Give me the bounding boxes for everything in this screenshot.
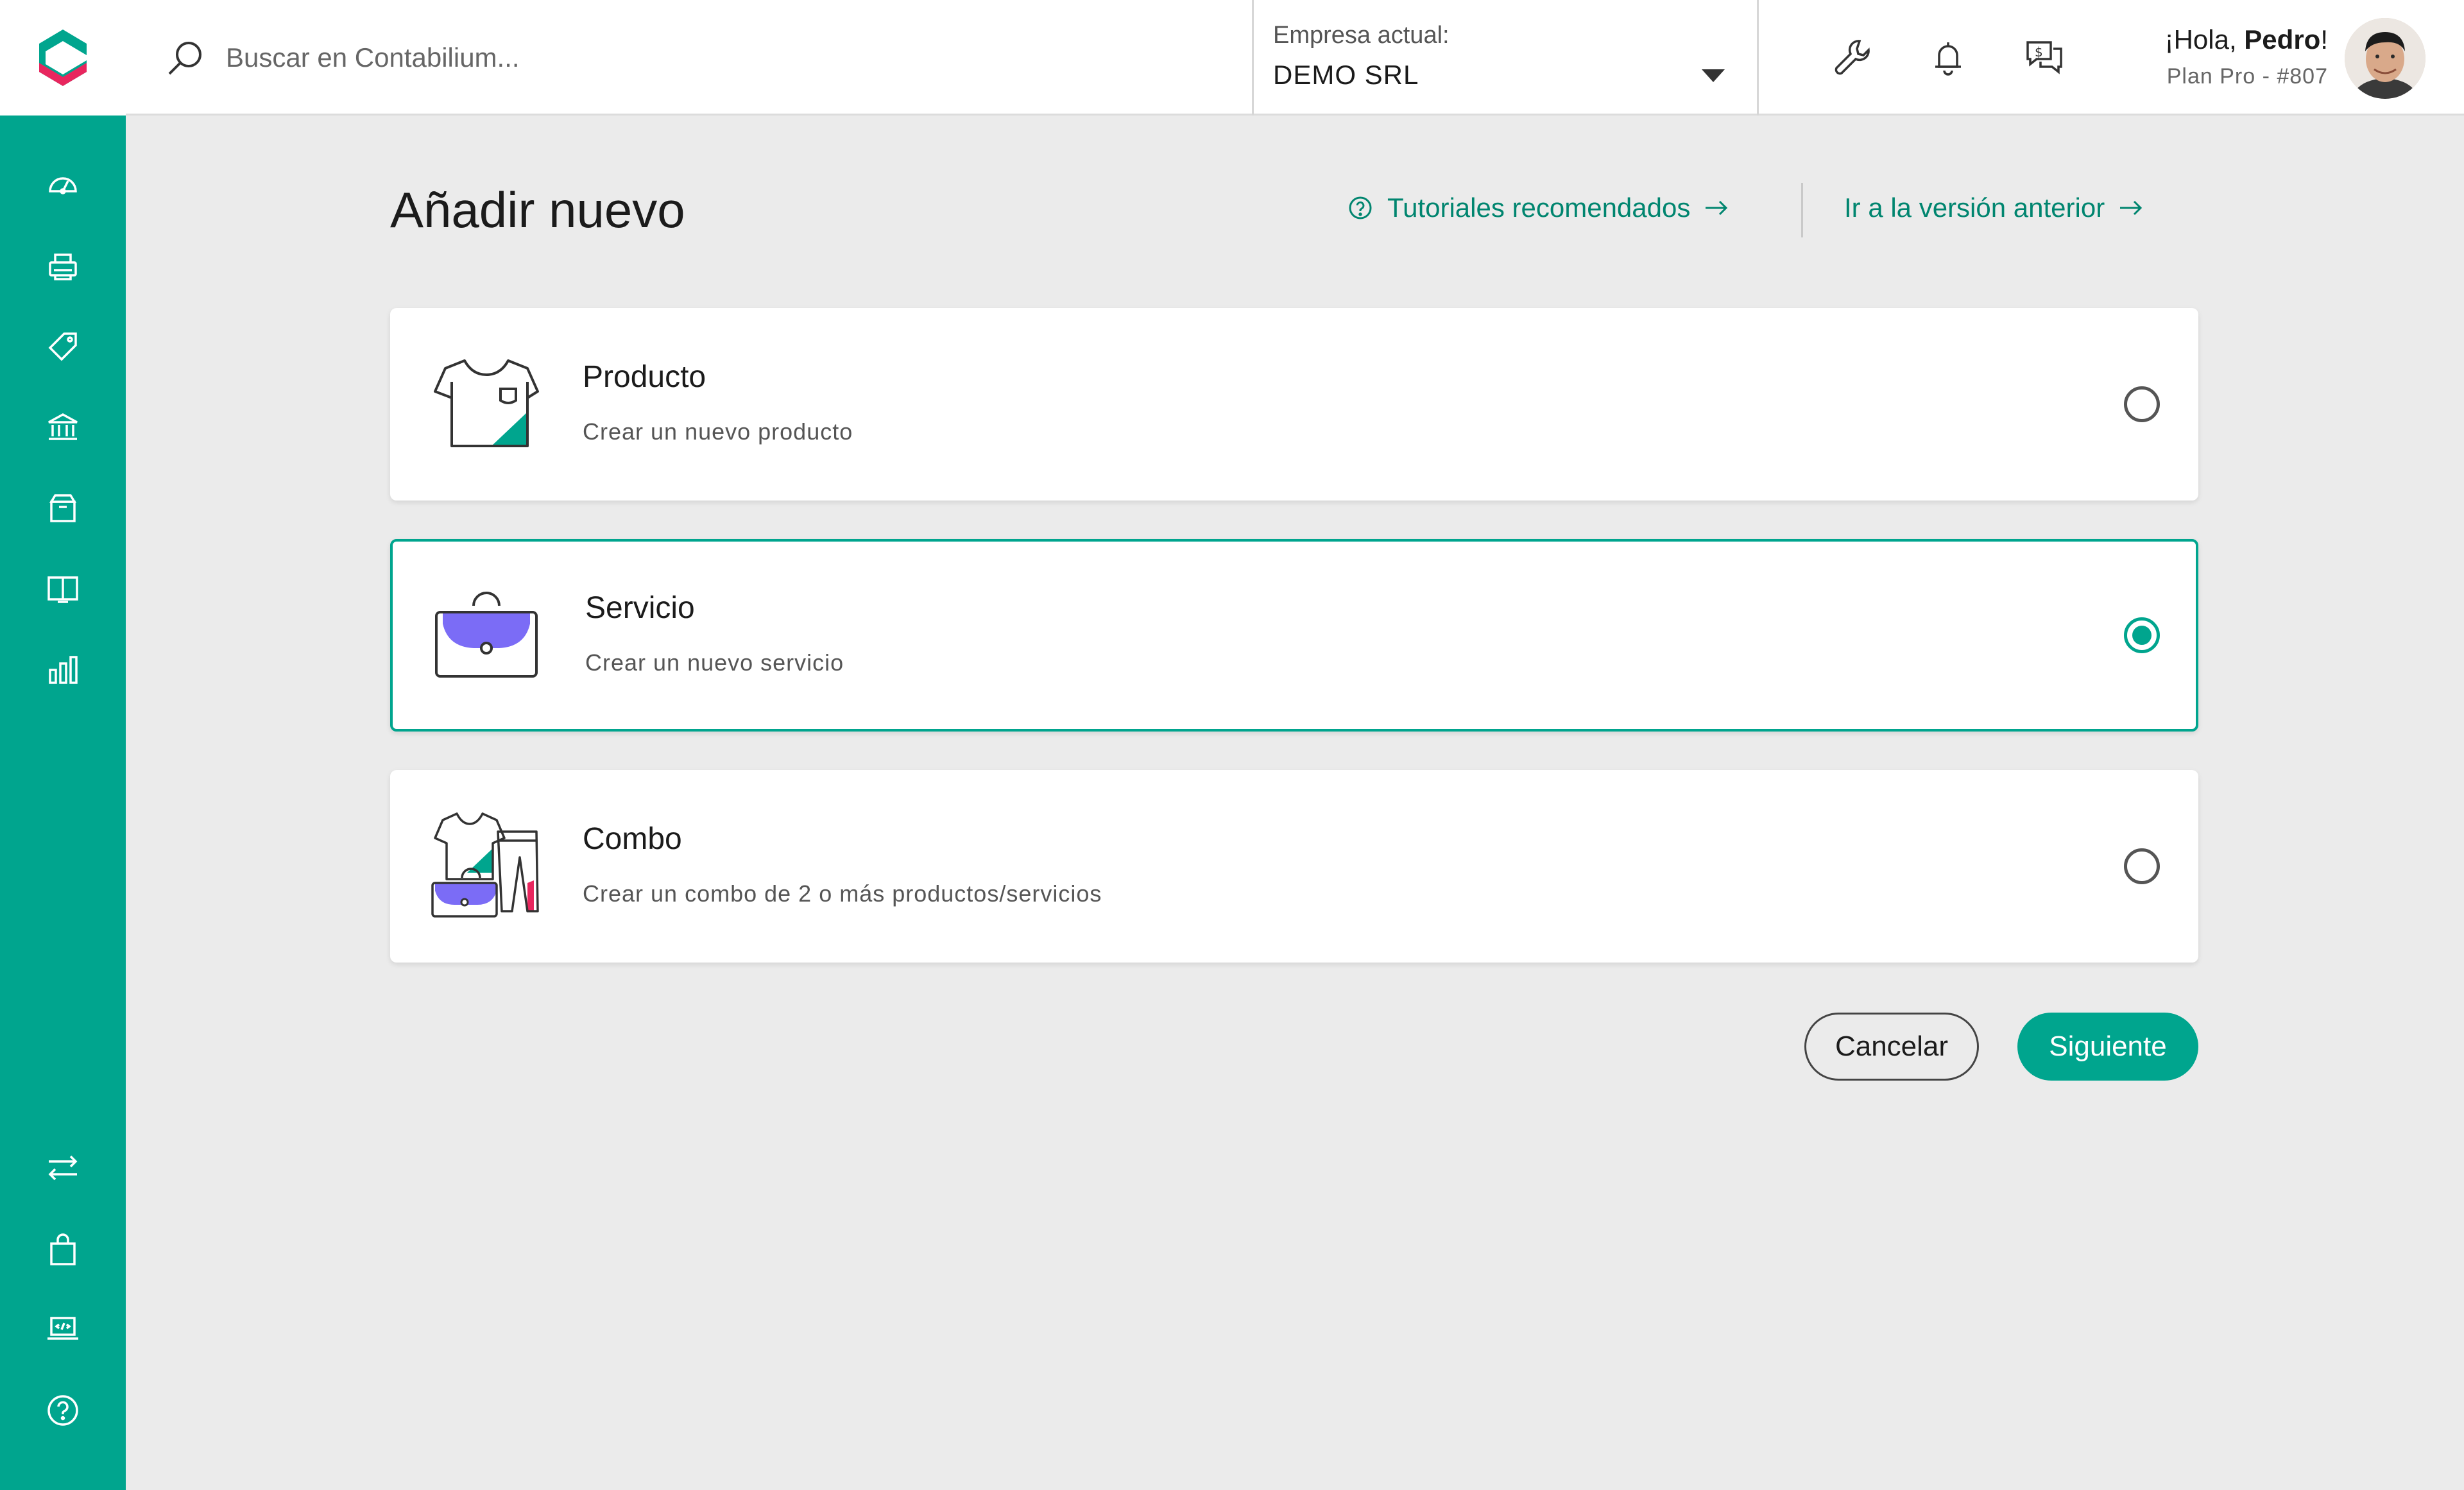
app-logo[interactable] bbox=[0, 0, 126, 116]
option-card-servicio[interactable]: Servicio Crear un nuevo servicio bbox=[390, 539, 2198, 732]
greeting-suffix: ! bbox=[2320, 24, 2328, 55]
option-title: Servicio bbox=[585, 591, 695, 625]
option-card-producto[interactable]: Producto Crear un nuevo producto bbox=[390, 308, 2198, 501]
contabilium-logo-icon bbox=[39, 30, 87, 86]
next-button[interactable]: Siguiente bbox=[2017, 1013, 2198, 1081]
briefcase-icon bbox=[435, 592, 538, 678]
page-title: Añadir nuevo bbox=[390, 182, 685, 238]
bell-icon[interactable] bbox=[1925, 35, 1971, 81]
billing-chat-icon[interactable]: $ bbox=[2021, 35, 2067, 81]
radio-combo[interactable] bbox=[2124, 848, 2160, 884]
arrow-right-icon bbox=[2120, 200, 2143, 216]
dashboard-icon[interactable] bbox=[44, 166, 82, 204]
printer-icon[interactable] bbox=[44, 247, 82, 286]
tag-icon[interactable] bbox=[44, 327, 82, 366]
company-selector[interactable]: Empresa actual: DEMO SRL bbox=[1252, 0, 1759, 116]
cancel-button[interactable]: Cancelar bbox=[1804, 1013, 1979, 1081]
user-name: Pedro bbox=[2244, 24, 2321, 55]
previous-version-link[interactable]: Ir a la versión anterior bbox=[1844, 193, 2144, 223]
top-header: Empresa actual: DEMO SRL $ ¡Hola, Pedro!… bbox=[126, 0, 2464, 116]
option-description: Crear un nuevo servicio bbox=[585, 649, 844, 676]
previous-version-label: Ir a la versión anterior bbox=[1844, 193, 2105, 223]
combo-icon bbox=[431, 812, 539, 918]
shopping-bag-icon[interactable] bbox=[44, 1231, 82, 1269]
option-title: Producto bbox=[583, 360, 706, 394]
chart-icon[interactable] bbox=[44, 651, 82, 689]
sidebar bbox=[0, 0, 126, 1490]
links-divider bbox=[1801, 183, 1803, 237]
code-laptop-icon[interactable] bbox=[44, 1309, 82, 1348]
company-value: DEMO SRL bbox=[1273, 60, 1419, 90]
option-description: Crear un nuevo producto bbox=[583, 418, 853, 445]
company-label: Empresa actual: bbox=[1273, 22, 1450, 49]
tutorials-link[interactable]: Tutoriales recomendados bbox=[1346, 193, 1730, 223]
help-icon[interactable] bbox=[44, 1391, 82, 1430]
avatar[interactable] bbox=[2345, 18, 2426, 99]
t-shirt-icon bbox=[434, 359, 539, 447]
search-icon bbox=[168, 42, 201, 75]
radio-servicio[interactable] bbox=[2124, 617, 2160, 653]
user-plan: Plan Pro - #807 bbox=[2166, 64, 2328, 89]
question-circle-icon bbox=[1349, 196, 1372, 219]
svg-text:$: $ bbox=[2035, 44, 2043, 60]
bank-icon[interactable] bbox=[44, 408, 82, 447]
search-bar bbox=[164, 0, 1191, 116]
user-greeting: ¡Hola, Pedro! Plan Pro - #807 bbox=[2165, 24, 2328, 89]
tutorials-label: Tutoriales recomendados bbox=[1387, 193, 1691, 223]
chevron-down-icon bbox=[1702, 69, 1725, 82]
option-title: Combo bbox=[583, 822, 682, 856]
arrow-right-icon bbox=[1706, 200, 1728, 216]
option-description: Crear un combo de 2 o más productos/serv… bbox=[583, 880, 1102, 907]
radio-producto[interactable] bbox=[2124, 386, 2160, 422]
box-icon[interactable] bbox=[44, 489, 82, 527]
book-icon[interactable] bbox=[44, 570, 82, 608]
greeting-prefix: ¡Hola, bbox=[2164, 24, 2245, 55]
search-input[interactable] bbox=[226, 42, 1124, 73]
option-card-combo[interactable]: Combo Crear un combo de 2 o más producto… bbox=[390, 770, 2198, 963]
wrench-icon[interactable] bbox=[1829, 35, 1875, 81]
transfer-icon[interactable] bbox=[44, 1149, 82, 1187]
